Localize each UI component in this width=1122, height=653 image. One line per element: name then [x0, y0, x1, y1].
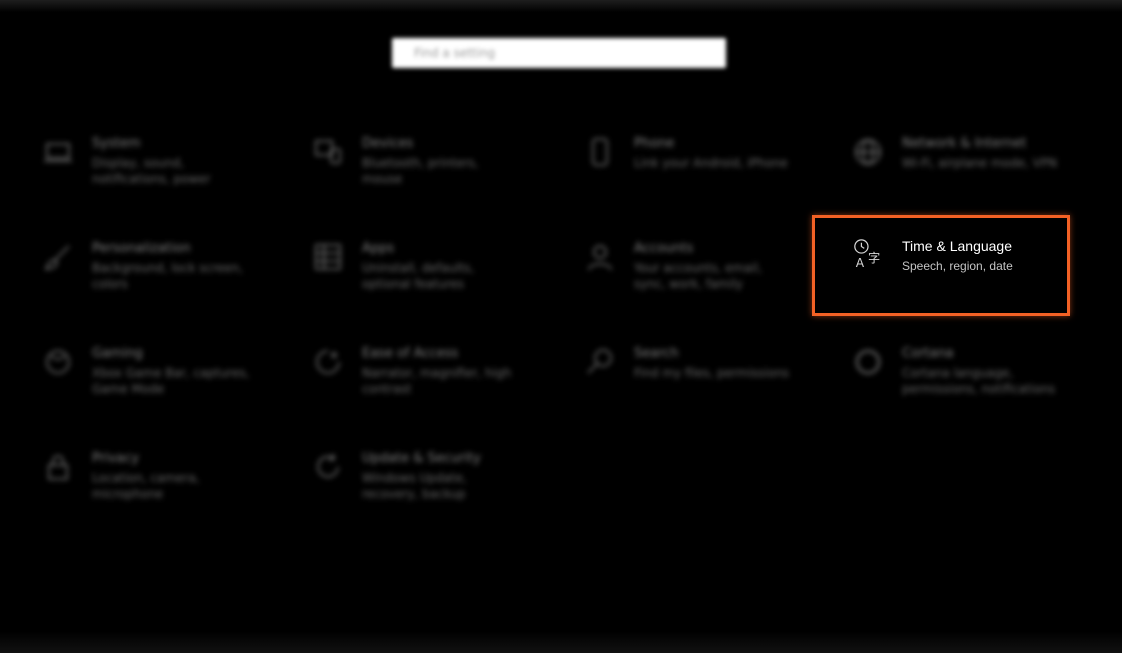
tile-privacy[interactable]: Privacy Location, camera, microphone	[42, 451, 272, 531]
tile-subtitle: Background, lock screen, colors	[92, 261, 243, 291]
tile-system[interactable]: System Display, sound, notifications, po…	[42, 136, 272, 216]
tile-title: Devices	[362, 136, 414, 151]
tile-subtitle: Speech, region, date	[902, 259, 1013, 273]
globe-icon	[852, 136, 884, 168]
tile-subtitle: Location, camera, microphone	[92, 471, 200, 501]
tile-time-language[interactable]: A 字 Time & Language Speech, region, date	[852, 238, 1082, 318]
tile-title: Gaming	[92, 346, 143, 361]
tile-title: Ease of Access	[362, 346, 459, 361]
tile-title: Network & Internet	[902, 136, 1027, 151]
update-icon	[312, 451, 344, 483]
tile-title: Time & Language	[902, 238, 1012, 254]
tile-gaming[interactable]: Gaming Xbox Game Bar, captures, Game Mod…	[42, 346, 272, 426]
tile-devices[interactable]: Devices Bluetooth, printers, mouse	[312, 136, 542, 216]
tile-subtitle: Link your Android, iPhone	[634, 156, 788, 170]
tile-subtitle: Windows Update, recovery, backup	[362, 471, 467, 501]
search-icon	[584, 346, 616, 378]
apps-icon	[312, 241, 344, 273]
tile-title: Personalization	[92, 241, 191, 256]
bottom-edge	[0, 631, 1122, 653]
ease-of-access-icon	[312, 346, 344, 378]
svg-text:A: A	[856, 256, 865, 270]
gaming-icon	[42, 346, 74, 378]
tile-ease-of-access[interactable]: Ease of Access Narrator, magnifier, high…	[312, 346, 542, 426]
search-input[interactable]	[412, 45, 710, 61]
tile-subtitle: Wi-Fi, airplane mode, VPN	[902, 156, 1058, 170]
tile-subtitle: Your accounts, email, sync, work, family	[634, 261, 763, 291]
time-language-icon: A 字	[852, 238, 884, 270]
tile-subtitle: Display, sound, notifications, power	[92, 156, 211, 186]
search-box[interactable]	[392, 38, 726, 68]
tile-title: Search	[634, 346, 679, 361]
tile-title: Apps	[362, 241, 395, 256]
tile-subtitle: Find my files, permissions	[634, 366, 789, 380]
person-icon	[584, 241, 616, 273]
tile-accounts[interactable]: Accounts Your accounts, email, sync, wor…	[584, 241, 814, 321]
tile-phone[interactable]: Phone Link your Android, iPhone	[584, 136, 814, 216]
tile-network[interactable]: Network & Internet Wi-Fi, airplane mode,…	[852, 136, 1082, 216]
phone-icon	[584, 136, 616, 168]
laptop-icon	[42, 136, 74, 168]
tile-cortana[interactable]: Cortana Cortana language, permissions, n…	[852, 346, 1082, 426]
tile-apps[interactable]: Apps Uninstall, defaults, optional featu…	[312, 241, 542, 321]
tile-title: Privacy	[92, 451, 140, 466]
tile-title: Cortana	[902, 346, 954, 361]
cortana-icon	[852, 346, 884, 378]
tile-title: Accounts	[634, 241, 694, 256]
tile-subtitle: Narrator, magnifier, high contrast	[362, 366, 512, 396]
tile-update-security[interactable]: Update & Security Windows Update, recove…	[312, 451, 542, 531]
tile-personalization[interactable]: Personalization Background, lock screen,…	[42, 241, 272, 321]
title-bar	[0, 0, 1122, 12]
svg-text:字: 字	[868, 250, 880, 265]
tile-title: Update & Security	[362, 451, 481, 466]
tile-search[interactable]: Search Find my files, permissions	[584, 346, 814, 426]
settings-home: System Display, sound, notifications, po…	[0, 0, 1122, 653]
tile-subtitle: Uninstall, defaults, optional features	[362, 261, 475, 291]
tile-subtitle: Bluetooth, printers, mouse	[362, 156, 479, 186]
tile-subtitle: Cortana language, permissions, notificat…	[902, 366, 1056, 396]
tile-subtitle: Xbox Game Bar, captures, Game Mode	[92, 366, 250, 396]
paintbrush-icon	[42, 241, 74, 273]
devices-icon	[312, 136, 344, 168]
tile-title: Phone	[634, 136, 675, 151]
tile-title: System	[92, 136, 141, 151]
lock-icon	[42, 451, 74, 483]
